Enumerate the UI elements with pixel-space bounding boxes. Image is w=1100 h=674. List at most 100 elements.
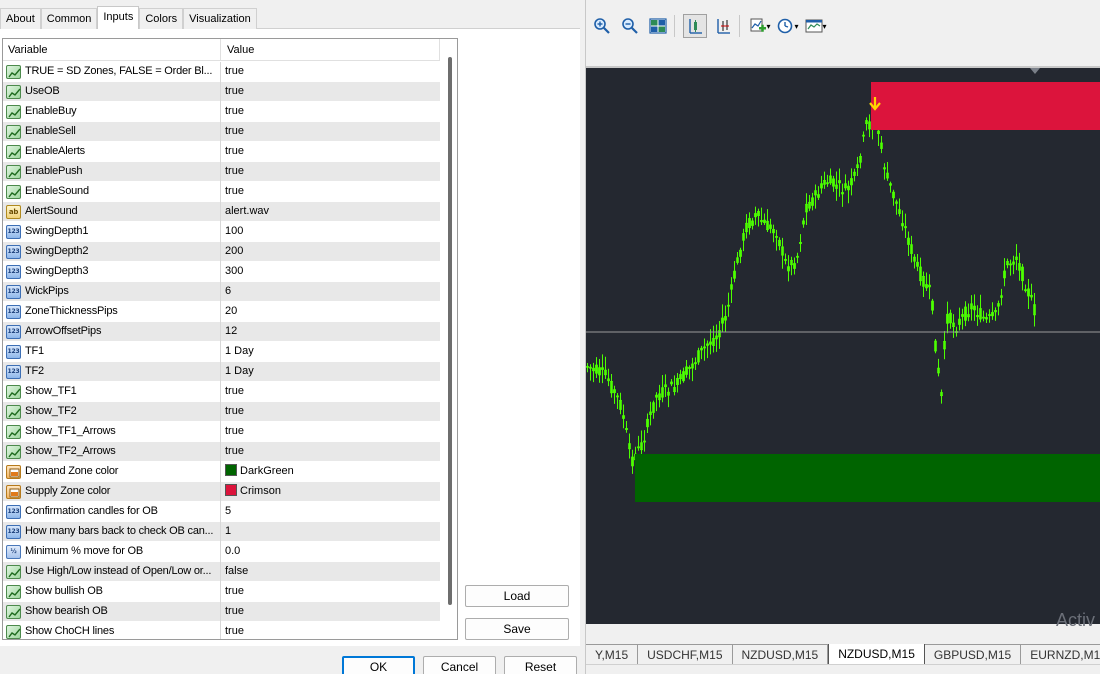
input-row[interactable]: 123 Confirmation candles for OB 5 [3, 502, 440, 522]
input-value[interactable]: true [222, 82, 440, 102]
input-row[interactable]: ½ Minimum % move for OB 0.0 [3, 542, 440, 562]
input-row[interactable]: Show ChoCH lines true [3, 622, 440, 639]
candle-body [778, 239, 781, 247]
tab-common[interactable]: Common [40, 8, 98, 29]
input-value[interactable]: 200 [222, 242, 440, 262]
candle-body [982, 316, 985, 319]
input-row[interactable]: 123 SwingDepth2 200 [3, 242, 440, 262]
input-value[interactable]: true [222, 602, 440, 622]
input-value[interactable]: 1 Day [222, 362, 440, 382]
ok-button[interactable]: OK [342, 656, 415, 674]
input-row[interactable]: 123 TF2 1 Day [3, 362, 440, 382]
symbol-tab[interactable]: NZDUSD,M15 [733, 645, 829, 665]
tab-about[interactable]: About [0, 8, 41, 29]
input-value[interactable]: true [222, 182, 440, 202]
input-row[interactable]: 123 ZoneThicknessPips 20 [3, 302, 440, 322]
symbol-tab[interactable]: Y,M15 [586, 645, 639, 665]
indicators-icon[interactable]: ▾ [748, 14, 772, 38]
candle-body [694, 362, 697, 365]
tab-visualization[interactable]: Visualization [183, 8, 257, 29]
load-button[interactable]: Load [465, 585, 569, 607]
input-value[interactable]: 1 [222, 522, 440, 542]
input-row[interactable]: Show bullish OB true [3, 582, 440, 602]
scrollbar-thumb[interactable] [448, 57, 452, 605]
input-value[interactable]: true [222, 442, 440, 462]
input-row[interactable]: EnableSound true [3, 182, 440, 202]
bool-icon [6, 605, 21, 619]
tab-inputs[interactable]: Inputs [97, 6, 140, 29]
input-row[interactable]: Use High/Low instead of Open/Low or... fa… [3, 562, 440, 582]
chart-shift-icon[interactable] [683, 14, 707, 38]
input-row[interactable]: EnableSell true [3, 122, 440, 142]
input-row[interactable]: Show_TF1_Arrows true [3, 422, 440, 442]
input-value[interactable]: 12 [222, 322, 440, 342]
grid-scrollbar[interactable] [443, 39, 457, 639]
periods-clock-icon[interactable]: ▾ [776, 14, 800, 38]
input-row[interactable]: Demand Zone color DarkGreen [3, 462, 440, 482]
input-value[interactable]: 0.0 [222, 542, 440, 562]
value-column-header[interactable]: Value [222, 39, 440, 61]
input-value[interactable]: 1 Day [222, 342, 440, 362]
input-row[interactable]: TRUE = SD Zones, FALSE = Order Bl... true [3, 62, 440, 82]
input-name-label: Show bullish OB [25, 585, 103, 597]
string-icon: ab [6, 205, 21, 219]
symbol-tab[interactable]: EURNZD,M15 [1021, 645, 1100, 665]
input-name-label: EnableBuy [25, 105, 77, 117]
auto-scroll-icon[interactable] [711, 14, 735, 38]
variable-column-header[interactable]: Variable [3, 39, 221, 61]
input-value[interactable]: Crimson [222, 482, 440, 502]
input-row[interactable]: 123 TF1 1 Day [3, 342, 440, 362]
input-row[interactable]: EnablePush true [3, 162, 440, 182]
input-value[interactable]: 6 [222, 282, 440, 302]
input-value[interactable]: alert.wav [222, 202, 440, 222]
tab-colors[interactable]: Colors [139, 8, 184, 29]
input-value[interactable]: true [222, 102, 440, 122]
input-row[interactable]: Show bearish OB true [3, 602, 440, 622]
input-value[interactable]: 100 [222, 222, 440, 242]
input-value[interactable]: DarkGreen [222, 462, 440, 482]
cancel-button[interactable]: Cancel [423, 656, 496, 674]
symbol-tab[interactable]: USDCHF,M15 [638, 645, 733, 665]
input-value[interactable]: false [222, 562, 440, 582]
zoom-in-icon[interactable] [590, 14, 614, 38]
input-row[interactable]: EnableBuy true [3, 102, 440, 122]
input-row[interactable]: 123 WickPips 6 [3, 282, 440, 302]
input-value[interactable]: true [222, 402, 440, 422]
price-chart[interactable]: 18:1515 Jan 22:1516 Jan 02:1516 Jan 06:1… [586, 66, 1100, 624]
shift-marker-icon[interactable] [1030, 68, 1040, 74]
input-value-text: 300 [225, 265, 244, 277]
tile-windows-icon[interactable] [646, 14, 670, 38]
input-value[interactable]: 300 [222, 262, 440, 282]
input-value[interactable]: true [222, 162, 440, 182]
candle-body [949, 312, 952, 324]
input-row[interactable]: Show_TF2 true [3, 402, 440, 422]
input-row[interactable]: 123 SwingDepth3 300 [3, 262, 440, 282]
save-button[interactable]: Save [465, 618, 569, 640]
input-value[interactable]: true [222, 382, 440, 402]
input-value[interactable]: 5 [222, 502, 440, 522]
input-row[interactable]: 123 SwingDepth1 100 [3, 222, 440, 242]
input-value[interactable]: true [222, 582, 440, 602]
symbol-tab[interactable]: NZDUSD,M15 [828, 644, 925, 665]
bool-icon [6, 565, 21, 579]
input-row[interactable]: Show_TF1 true [3, 382, 440, 402]
input-name: 123 Confirmation candles for OB [3, 502, 221, 522]
input-row[interactable]: UseOB true [3, 82, 440, 102]
input-value[interactable]: true [222, 62, 440, 82]
input-row[interactable]: 123 How many bars back to check OB can...… [3, 522, 440, 542]
input-value[interactable]: 20 [222, 302, 440, 322]
symbol-tab[interactable]: GBPUSD,M15 [925, 645, 1022, 665]
input-value[interactable]: true [222, 122, 440, 142]
input-value[interactable]: true [222, 142, 440, 162]
input-row[interactable]: Supply Zone color Crimson [3, 482, 440, 502]
input-value[interactable]: true [222, 622, 440, 639]
zoom-out-icon[interactable] [618, 14, 642, 38]
templates-icon[interactable]: ▾ [804, 14, 828, 38]
input-row[interactable]: 123 ArrowOffsetPips 12 [3, 322, 440, 342]
input-row[interactable]: ab AlertSound alert.wav [3, 202, 440, 222]
input-row[interactable]: Show_TF2_Arrows true [3, 442, 440, 462]
input-row[interactable]: EnableAlerts true [3, 142, 440, 162]
reset-button[interactable]: Reset [504, 656, 577, 674]
input-value[interactable]: true [222, 422, 440, 442]
candle-body [706, 343, 709, 346]
